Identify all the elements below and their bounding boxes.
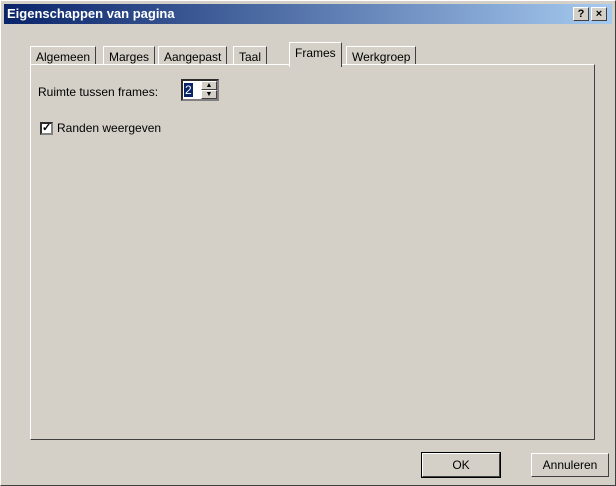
tab-marges[interactable]: Marges xyxy=(103,46,156,65)
close-button[interactable]: × xyxy=(591,7,607,21)
tab-werkgroep[interactable]: Werkgroep xyxy=(346,46,417,65)
dialog-title: Eigenschappen van pagina xyxy=(7,6,175,21)
spacing-spinner[interactable]: 2 ▲ ▼ xyxy=(181,79,219,101)
title-bar[interactable]: Eigenschappen van pagina ? × xyxy=(4,4,612,24)
spinner-down-icon[interactable]: ▼ xyxy=(201,90,217,99)
show-borders-checkbox[interactable]: ✓ xyxy=(40,122,53,135)
tab-frames[interactable]: Frames xyxy=(289,42,342,67)
tab-aangepast[interactable]: Aangepast xyxy=(158,46,228,65)
show-borders-label[interactable]: Randen weergeven xyxy=(57,121,161,135)
help-button[interactable]: ? xyxy=(573,7,589,21)
spacing-label: Ruimte tussen frames: xyxy=(38,85,159,99)
spinner-up-icon[interactable]: ▲ xyxy=(201,81,217,90)
dialog-window: Eigenschappen van pagina ? × Algemeen Ma… xyxy=(0,0,616,486)
spacing-value[interactable]: 2 xyxy=(184,83,193,97)
cancel-button[interactable]: Annuleren xyxy=(531,453,609,477)
tab-taal[interactable]: Taal xyxy=(233,46,268,65)
spinner-arrows: ▲ ▼ xyxy=(201,81,217,99)
ok-button[interactable]: OK xyxy=(421,452,501,478)
tab-algemeen[interactable]: Algemeen xyxy=(30,46,97,65)
